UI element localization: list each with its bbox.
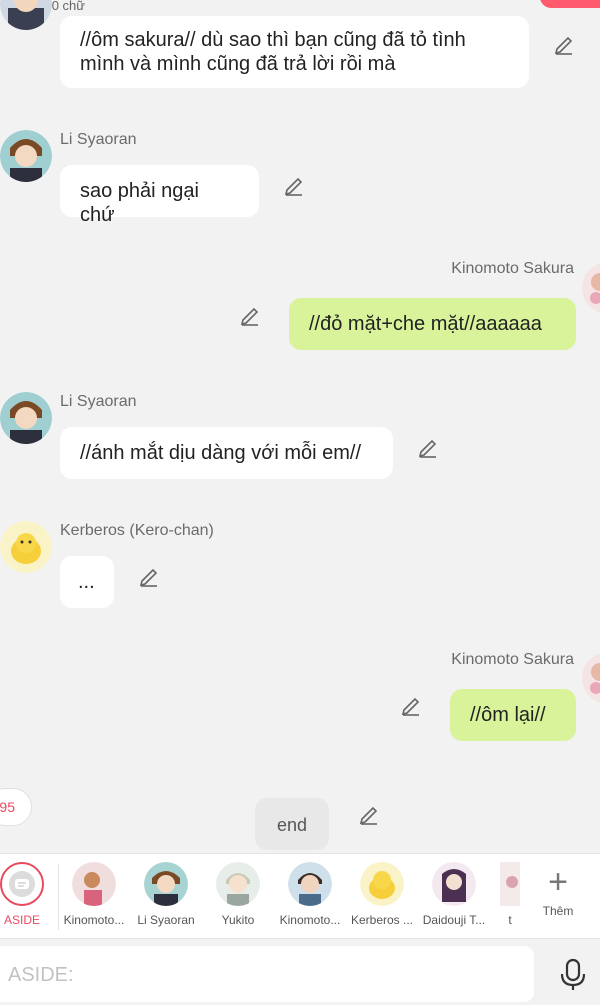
character-label: ASIDE xyxy=(3,913,40,927)
unread-count-badge[interactable]: 95 xyxy=(0,788,32,826)
more-label: Thêm xyxy=(542,904,574,918)
avatar-kerberos[interactable] xyxy=(0,521,52,573)
edit-icon[interactable] xyxy=(239,304,261,326)
avatar-kinomoto-sakura[interactable] xyxy=(582,652,600,704)
avatar xyxy=(72,862,116,906)
avatar xyxy=(360,862,404,906)
message-bubble[interactable]: //đỏ mặt+che mặt//aaaaaa xyxy=(289,298,576,350)
character-item[interactable]: t xyxy=(490,862,530,927)
message-text: ... xyxy=(78,571,95,593)
character-label: Yukito xyxy=(221,913,255,927)
avatar-kinomoto-sakura[interactable] xyxy=(582,262,600,314)
avatar xyxy=(432,862,476,906)
message-text: end xyxy=(276,815,308,835)
top-action-pill[interactable] xyxy=(540,0,600,8)
edit-icon[interactable] xyxy=(283,174,305,196)
avatar xyxy=(288,862,332,906)
message-bubble[interactable]: //ôm lại// xyxy=(450,689,576,741)
chat-area[interactable]: 1480 chữ //ôm sakura// dù sao thì bạn cũ… xyxy=(0,0,600,853)
sender-name: Li Syaoran xyxy=(60,131,137,148)
message-text: sao phải ngại chứ xyxy=(80,180,199,226)
avatar xyxy=(144,862,188,906)
character-label: Li Syaoran xyxy=(137,913,195,927)
message-text: //đỏ mặt+che mặt//aaaaaa xyxy=(309,313,542,335)
microphone-icon[interactable] xyxy=(558,958,588,992)
character-item[interactable]: Kinomoto... xyxy=(274,862,346,927)
edit-icon[interactable] xyxy=(138,565,160,587)
message-bubble-aside[interactable]: end xyxy=(255,798,329,850)
character-item[interactable]: Kinomoto... xyxy=(58,862,130,927)
message-bubble[interactable]: sao phải ngại chứ xyxy=(60,165,259,226)
character-item[interactable]: Yukito xyxy=(202,862,274,927)
avatar-li-syaoran[interactable] xyxy=(0,130,52,182)
character-label: Daidouji T... xyxy=(422,913,486,927)
character-label: t xyxy=(508,913,512,927)
aside-icon xyxy=(0,862,44,906)
character-label: Kinomoto... xyxy=(279,913,341,927)
character-aside[interactable]: ASIDE xyxy=(0,862,58,927)
sender-name: Kinomoto Sakura xyxy=(451,260,574,277)
message-bubble[interactable]: ... xyxy=(60,556,114,608)
message-bubble[interactable]: //ánh mắt dịu dàng với mỗi em// xyxy=(60,427,393,479)
character-label: Kinomoto... xyxy=(63,913,125,927)
message-text: //ánh mắt dịu dàng với mỗi em// xyxy=(80,442,362,464)
avatar xyxy=(500,862,520,906)
edit-icon[interactable] xyxy=(417,436,439,458)
edit-icon[interactable] xyxy=(358,803,380,825)
character-item[interactable]: Li Syaoran xyxy=(130,862,202,927)
message-input-container xyxy=(0,946,534,1004)
avatar-li-syaoran[interactable] xyxy=(0,392,52,444)
character-bar: ASIDE Kinomoto... Li Syaoran Yukito Kino… xyxy=(0,853,600,939)
avatar[interactable] xyxy=(0,0,52,30)
avatar xyxy=(216,862,260,906)
more-button[interactable]: + Thêm xyxy=(530,864,586,918)
character-label: Kerberos ... xyxy=(350,913,414,927)
message-bubble[interactable]: //ôm sakura// dù sao thì bạn cũng đã tỏ … xyxy=(60,16,529,88)
character-item[interactable]: Daidouji T... xyxy=(418,862,490,927)
sender-name: Li Syaoran xyxy=(60,393,137,410)
edit-icon[interactable] xyxy=(400,694,422,716)
sender-name: Kerberos (Kero-chan) xyxy=(60,522,214,539)
message-input[interactable] xyxy=(0,946,510,1004)
plus-icon: + xyxy=(548,863,568,901)
character-item[interactable]: Kerberos ... xyxy=(346,862,418,927)
edit-icon[interactable] xyxy=(553,33,575,55)
message-text: //ôm lại// xyxy=(470,704,546,726)
sender-name: Kinomoto Sakura xyxy=(451,651,574,668)
message-text: //ôm sakura// dù sao thì bạn cũng đã tỏ … xyxy=(80,29,466,75)
